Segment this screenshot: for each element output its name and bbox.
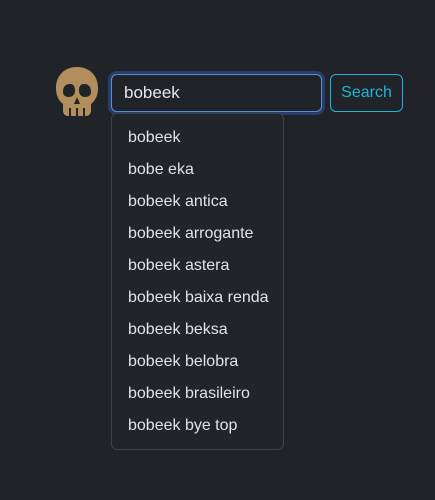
- suggestion-item[interactable]: bobeek brasileiro: [112, 378, 283, 410]
- suggestion-item[interactable]: bobeek beksa: [112, 314, 283, 346]
- suggestion-item[interactable]: bobeek arrogante: [112, 218, 283, 250]
- page: Search bobeek bobe eka bobeek antica bob…: [0, 0, 435, 500]
- suggestion-item[interactable]: bobeek antica: [112, 186, 283, 218]
- suggestion-item[interactable]: bobeek astera: [112, 250, 283, 282]
- suggestion-item[interactable]: bobeek belobra: [112, 346, 283, 378]
- skull-icon[interactable]: [54, 66, 100, 120]
- search-button[interactable]: Search: [330, 74, 403, 112]
- suggestion-item[interactable]: bobe eka: [112, 154, 283, 186]
- suggestion-item[interactable]: bobeek baixa renda: [112, 282, 283, 314]
- search-input[interactable]: [111, 74, 322, 112]
- suggestion-item[interactable]: bobeek bye top: [112, 410, 283, 442]
- suggestion-item[interactable]: bobeek: [112, 122, 283, 154]
- suggestion-dropdown: bobeek bobe eka bobeek antica bobeek arr…: [111, 113, 284, 450]
